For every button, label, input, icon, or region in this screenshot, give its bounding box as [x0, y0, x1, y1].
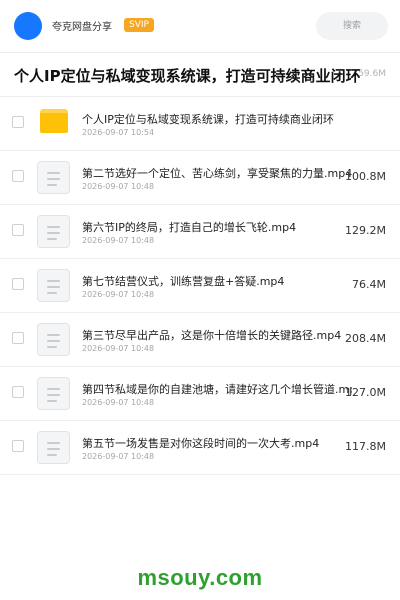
file-name: 第七节结营仪式，训练营复盘+答疑.mp4 — [82, 275, 285, 288]
list-item-folder[interactable]: 个人IP定位与私域变现系统课，打造可持续商业闭环 2026-09-07 10:5… — [0, 97, 400, 151]
video-file-icon — [37, 323, 70, 356]
list-item[interactable]: 第五节一场发售是对你这段时间的一次大考.mp4 2026-09-07 10:48… — [0, 421, 400, 475]
file-name: 第三节尽早出产品，这是你十倍增长的关键路径.mp4 — [82, 329, 342, 342]
checkbox[interactable] — [12, 278, 24, 290]
svip-badge: SVIP — [124, 18, 154, 32]
file-date: 2026-09-07 10:48 — [82, 452, 155, 461]
top-bar: 夸克网盘分享 SVIP — [0, 0, 400, 53]
file-name: 第五节一场发售是对你这段时间的一次大考.mp4 — [82, 437, 320, 450]
checkbox[interactable] — [12, 116, 24, 128]
file-date: 2026-09-07 10:48 — [82, 398, 155, 407]
video-file-icon — [37, 377, 70, 410]
file-size: 76.4M — [352, 278, 386, 291]
list-item[interactable]: 第七节结营仪式，训练营复盘+答疑.mp4 2026-09-07 10:48 76… — [0, 259, 400, 313]
file-date: 2026-09-07 10:48 — [82, 182, 155, 191]
video-file-icon — [37, 215, 70, 248]
folder-icon — [40, 109, 68, 133]
video-file-icon — [37, 161, 70, 194]
watermark: msouy.com — [137, 565, 263, 590]
checkbox[interactable] — [12, 170, 24, 182]
file-date: 2026-09-07 10:48 — [82, 236, 155, 245]
file-date: 2026-09-07 10:54 — [82, 128, 155, 137]
checkbox[interactable] — [12, 440, 24, 452]
list-item[interactable]: 第四节私域是你的自建池塘，请建好这几个增长管道.mp4 2026-09-07 1… — [0, 367, 400, 421]
file-size: 100.8M — [345, 170, 386, 183]
video-file-icon — [37, 431, 70, 464]
file-name: 第四节私域是你的自建池塘，请建好这几个增长管道.mp4 — [82, 383, 352, 396]
file-size: 129.2M — [345, 224, 386, 237]
checkbox[interactable] — [12, 224, 24, 236]
video-file-icon — [37, 269, 70, 302]
brand-label: 夸克网盘分享 — [52, 22, 112, 33]
file-list: 个人IP定位与私域变现系统课，打造可持续商业闭环 2026-09-07 10:5… — [0, 97, 400, 475]
page-title: 个人IP定位与私域变现系统课，打造可持续商业闭环 — [14, 67, 361, 85]
checkbox[interactable] — [12, 386, 24, 398]
list-item[interactable]: 第二节选好一个定位、苦心练剑，享受聚焦的力量.mp4 2026-09-07 10… — [0, 151, 400, 205]
file-size: 127.0M — [345, 386, 386, 399]
list-item[interactable]: 第六节IP的终局，打造自己的增长飞轮.mp4 2026-09-07 10:48 … — [0, 205, 400, 259]
file-name: 第六节IP的终局，打造自己的增长飞轮.mp4 — [82, 221, 297, 234]
file-date: 2026-09-07 10:48 — [82, 344, 155, 353]
file-name: 第二节选好一个定位、苦心练剑，享受聚焦的力量.mp4 — [82, 167, 352, 180]
file-size: 208.4M — [345, 332, 386, 345]
checkbox[interactable] — [12, 332, 24, 344]
file-date: 2026-09-07 10:48 — [82, 290, 155, 299]
avatar[interactable] — [14, 12, 42, 40]
file-size: 117.8M — [345, 440, 386, 453]
folder-title-row: 759.6M 个人IP定位与私域变现系统课，打造可持续商业闭环 — [0, 52, 400, 97]
file-name: 个人IP定位与私域变现系统课，打造可持续商业闭环 — [82, 113, 334, 126]
search-input[interactable] — [316, 12, 388, 40]
list-item[interactable]: 第三节尽早出产品，这是你十倍增长的关键路径.mp4 2026-09-07 10:… — [0, 313, 400, 367]
